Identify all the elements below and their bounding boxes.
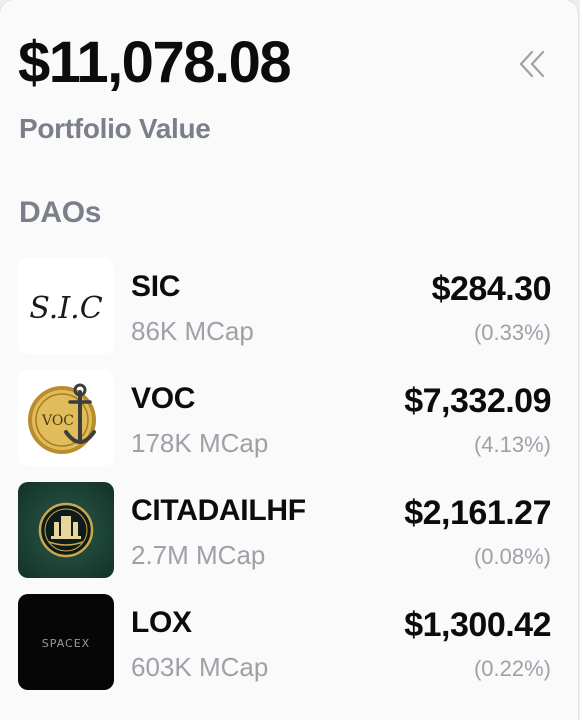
dao-percent: (0.08%) xyxy=(473,544,551,569)
dao-value: $284.30 xyxy=(431,270,552,308)
double-chevron-left-icon xyxy=(519,50,545,78)
dao-value: $7,332.09 xyxy=(404,382,551,420)
dao-name: SIC xyxy=(131,270,181,303)
dao-mcap: 178K MCap xyxy=(131,428,269,458)
dao-row-sic[interactable]: S.I.C SIC 86K MCap $284.30 (0.33%) xyxy=(0,258,578,370)
spacex-logo: SPACEX xyxy=(18,594,114,690)
dao-list: S.I.C SIC 86K MCap $284.30 (0.33%) VOC V… xyxy=(0,258,578,706)
dao-percent: (4.13%) xyxy=(473,432,551,457)
dao-row-lox[interactable]: SPACEX LOX 603K MCap $1,300.42 (0.22%) xyxy=(0,594,578,706)
sic-logo: S.I.C xyxy=(18,258,114,354)
portfolio-total-value: $11,078.08 xyxy=(18,30,292,95)
svg-text:SPACEX: SPACEX xyxy=(42,637,90,650)
voc-coin-logo: VOC xyxy=(18,370,114,466)
dao-name: CITADAILHF xyxy=(131,494,306,527)
svg-text:S.I.C: S.I.C xyxy=(29,291,102,326)
dao-percent: (0.22%) xyxy=(473,656,551,681)
dao-row-voc[interactable]: VOC VOC 178K MCap $7,332.09 (4.13%) xyxy=(0,370,578,482)
daos-section-title: DAOs xyxy=(19,196,102,229)
portfolio-panel: $11,078.08 Portfolio Value DAOs S.I.C SI… xyxy=(0,0,578,720)
dao-mcap: 2.7M MCap xyxy=(131,540,266,570)
collapse-button[interactable] xyxy=(512,44,552,84)
dao-name: LOX xyxy=(131,606,192,639)
dao-mcap: 603K MCap xyxy=(131,652,269,682)
svg-text:VOC: VOC xyxy=(41,413,74,429)
dao-mcap: 86K MCap xyxy=(131,316,254,346)
dao-value: $2,161.27 xyxy=(404,494,551,532)
dao-value: $1,300.42 xyxy=(404,606,551,644)
dao-row-citadailhf[interactable]: CITADAILHF 2.7M MCap $2,161.27 (0.08%) xyxy=(0,482,578,594)
dao-name: VOC xyxy=(131,382,196,415)
portfolio-value-label: Portfolio Value xyxy=(19,113,211,144)
citadel-castle-logo xyxy=(18,482,114,578)
dao-percent: (0.33%) xyxy=(473,320,551,345)
